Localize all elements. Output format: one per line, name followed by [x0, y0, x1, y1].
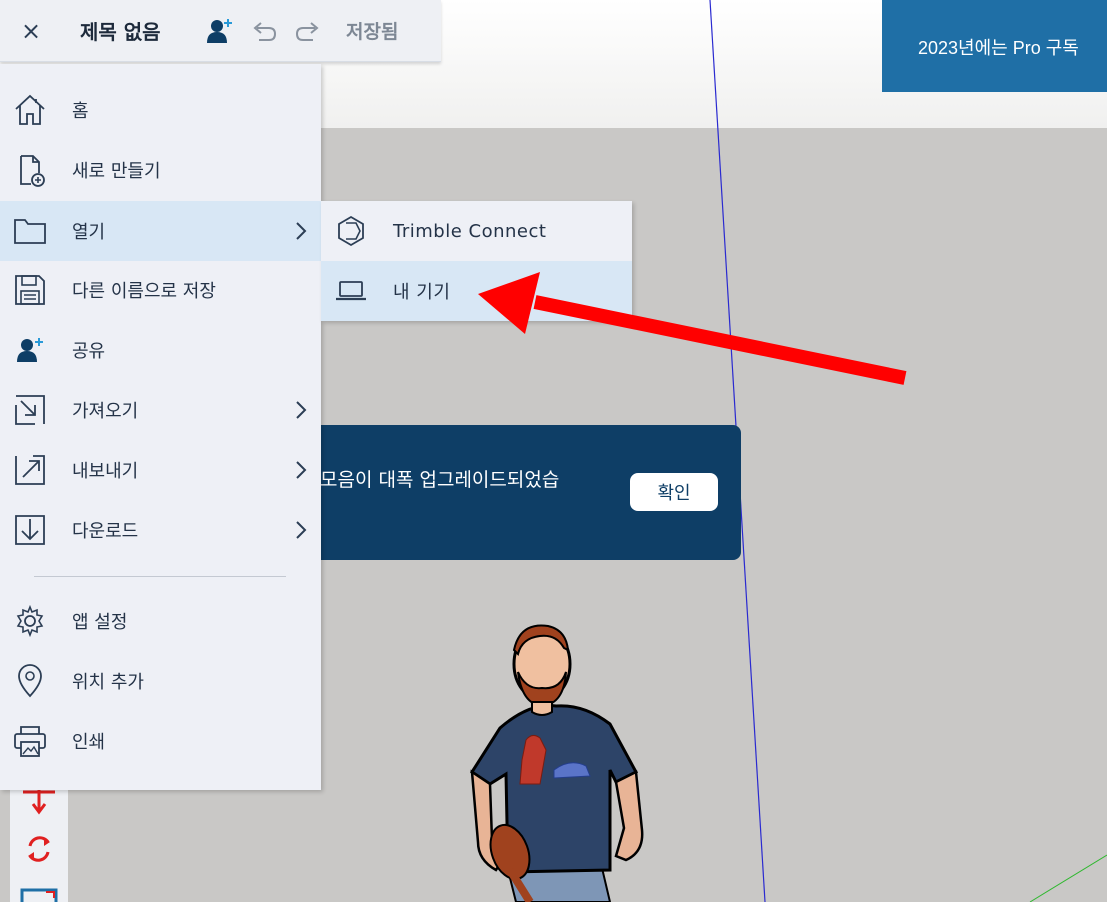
menu-item-label: 열기 [72, 222, 106, 243]
menu-item-label: 공유 [72, 341, 106, 362]
undo-icon [253, 21, 277, 41]
submenu-item-trimble-connect[interactable]: Trimble Connect [321, 201, 632, 261]
chevron-right-icon [281, 400, 321, 420]
menu-item-open[interactable]: 열기 [0, 201, 321, 261]
redo-button[interactable] [286, 20, 330, 42]
pro-subscription-banner[interactable]: 2023년에는 Pro 구독 [882, 0, 1107, 92]
menu-item-add-location[interactable]: 위치 추가 [0, 651, 321, 711]
scale-tool[interactable] [10, 888, 68, 902]
export-icon [0, 440, 60, 500]
menu-item-download[interactable]: 다운로드 [0, 500, 321, 560]
chevron-right-icon [281, 460, 321, 480]
submenu-item-my-device[interactable]: 내 기기 [321, 261, 632, 321]
home-icon [0, 80, 60, 140]
menu-item-label: 위치 추가 [72, 672, 144, 693]
menu-item-import[interactable]: 가져오기 [0, 380, 321, 440]
close-button[interactable]: × [0, 0, 62, 62]
share-user-icon [0, 320, 60, 380]
main-menu: 홈 새로 만들기 열기 다른 이름으로 저장 공유 가져오기 내보내기 다운로드… [0, 64, 321, 790]
open-submenu: Trimble Connect 내 기기 [321, 201, 632, 321]
save-icon [0, 260, 60, 320]
submenu-item-label: Trimble Connect [393, 220, 547, 242]
trimble-connect-icon [321, 214, 381, 248]
gear-icon [0, 591, 60, 651]
menu-divider [34, 576, 286, 577]
menu-item-label: 다른 이름으로 저장 [72, 281, 216, 302]
menu-item-label: 새로 만들기 [72, 161, 161, 182]
import-icon [0, 380, 60, 440]
location-pin-icon [0, 651, 60, 711]
menu-item-label: 가져오기 [72, 401, 139, 422]
menu-item-label: 다운로드 [72, 521, 139, 542]
print-icon [0, 711, 60, 771]
redo-icon [295, 21, 319, 41]
update-notification: 모음이 대폭 업그레이드되었습 확인 [300, 425, 741, 560]
menu-item-label: 인쇄 [72, 732, 106, 753]
menu-item-save-as[interactable]: 다른 이름으로 저장 [0, 260, 321, 320]
menu-item-label: 앱 설정 [72, 612, 128, 633]
chevron-right-icon [281, 221, 321, 241]
scale-icon [20, 888, 58, 902]
move-tool[interactable] [10, 786, 68, 816]
notification-message: 모음이 대폭 업그레이드되었습 [320, 469, 560, 491]
menu-item-label: 홈 [72, 101, 89, 122]
document-title[interactable]: 제목 없음 [80, 16, 198, 45]
share-button[interactable] [198, 17, 242, 45]
menu-item-app-settings[interactable]: 앱 설정 [0, 591, 321, 651]
download-icon [0, 500, 60, 560]
promo-text: 2023년에는 Pro 구독 [918, 38, 1079, 58]
laptop-icon [321, 279, 381, 303]
submenu-item-label: 내 기기 [393, 282, 451, 303]
scale-figure [469, 624, 644, 902]
menu-item-label: 내보내기 [72, 461, 139, 482]
move-arrows-icon [23, 788, 55, 815]
menu-item-share[interactable]: 공유 [0, 320, 321, 380]
menu-item-home[interactable]: 홈 [0, 80, 321, 140]
rotate-icon [28, 836, 50, 862]
rotate-tool[interactable] [10, 832, 68, 866]
menu-item-export[interactable]: 내보내기 [0, 440, 321, 500]
menu-item-new[interactable]: 새로 만들기 [0, 140, 321, 200]
folder-icon [0, 201, 60, 261]
top-header: × 제목 없음 저장됨 [0, 0, 441, 62]
confirm-button[interactable]: 확인 [630, 473, 718, 511]
new-file-icon [0, 140, 60, 200]
chevron-right-icon [281, 520, 321, 540]
add-user-icon [207, 18, 232, 43]
menu-item-print[interactable]: 인쇄 [0, 711, 321, 771]
undo-button[interactable] [242, 20, 286, 42]
save-status: 저장됨 [346, 21, 399, 43]
left-toolbar [10, 780, 68, 902]
